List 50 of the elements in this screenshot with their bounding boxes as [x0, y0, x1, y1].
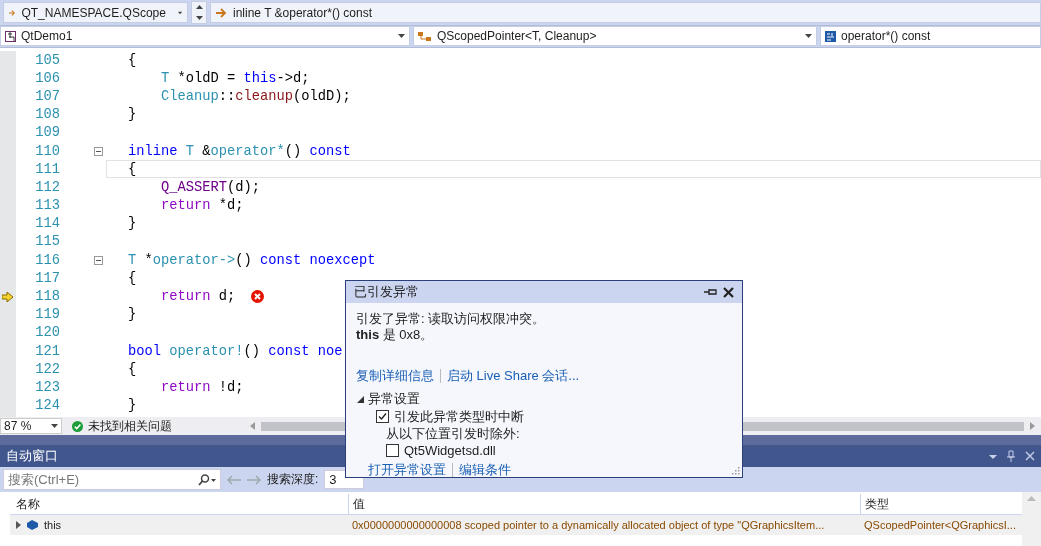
code-line: return !d;	[161, 379, 244, 395]
line-number: 120	[34, 325, 61, 341]
line-number: 119	[34, 307, 61, 323]
code-line: return *d;	[161, 198, 244, 214]
line-number: 106	[34, 70, 61, 86]
line-number: 124	[34, 398, 61, 414]
except-label: 从以下位置引发时除外:	[386, 424, 520, 443]
line-number: 114	[34, 216, 61, 232]
line-number: 109	[34, 125, 61, 141]
code-line: T *oldD = this->d;	[161, 70, 310, 86]
line-number: 107	[34, 88, 61, 104]
code-line: }	[128, 398, 137, 414]
exception-message: this 是 0x8。	[356, 327, 435, 343]
code-line: }	[128, 216, 137, 232]
issues-status: 未找到相关问题	[88, 417, 172, 435]
popup-title: 已引发异常	[354, 283, 419, 301]
code-line: {	[128, 361, 137, 377]
line-number: 116	[34, 252, 61, 268]
line-number: 118	[34, 289, 61, 305]
code-line: {	[128, 161, 137, 177]
code-line: }	[128, 107, 137, 123]
table-cell: this	[44, 519, 62, 531]
table-cell: 0x0000000000000008 scoped pointer to a dynamically allocated object of type "QGraphicsItem...	[352, 519, 825, 531]
checkbox-label: 引发此异常类型时中断	[394, 407, 524, 426]
code-line: }	[128, 307, 137, 323]
code-line: Q_ASSERT(d);	[161, 179, 261, 195]
line-number: 121	[34, 343, 61, 359]
code-line: bool operator!() const noe	[128, 343, 343, 359]
line-number: 110	[34, 143, 61, 159]
line-number: 108	[34, 107, 61, 123]
code-line: T *operator->() const noexcept	[128, 252, 376, 268]
line-number: 105	[34, 52, 61, 68]
line-number: 111	[34, 161, 61, 177]
checkbox-label: Qt5Widgetsd.dll	[404, 443, 496, 458]
code-line: {	[128, 270, 137, 286]
depth-label: 搜索深度:	[267, 471, 319, 488]
line-number: 123	[34, 379, 61, 395]
code-line: Cleanup::cleanup(oldD);	[161, 88, 351, 104]
line-number: 115	[34, 234, 61, 250]
exception-message: 引发了异常: 读取访问权限冲突。	[356, 311, 547, 327]
code-line: {	[128, 52, 137, 68]
code-line: return d;	[161, 289, 236, 305]
line-number: 122	[34, 361, 61, 377]
line-number: 112	[34, 179, 61, 195]
table-cell: QScopedPointer<QGraphicsI...	[864, 519, 1016, 531]
line-number: 117	[34, 270, 61, 286]
line-number: 113	[34, 198, 61, 214]
panel-title: 自动窗口	[6, 447, 58, 465]
section-label: 异常设置	[368, 390, 420, 408]
code-line: inline T &operator*() const	[128, 143, 351, 159]
